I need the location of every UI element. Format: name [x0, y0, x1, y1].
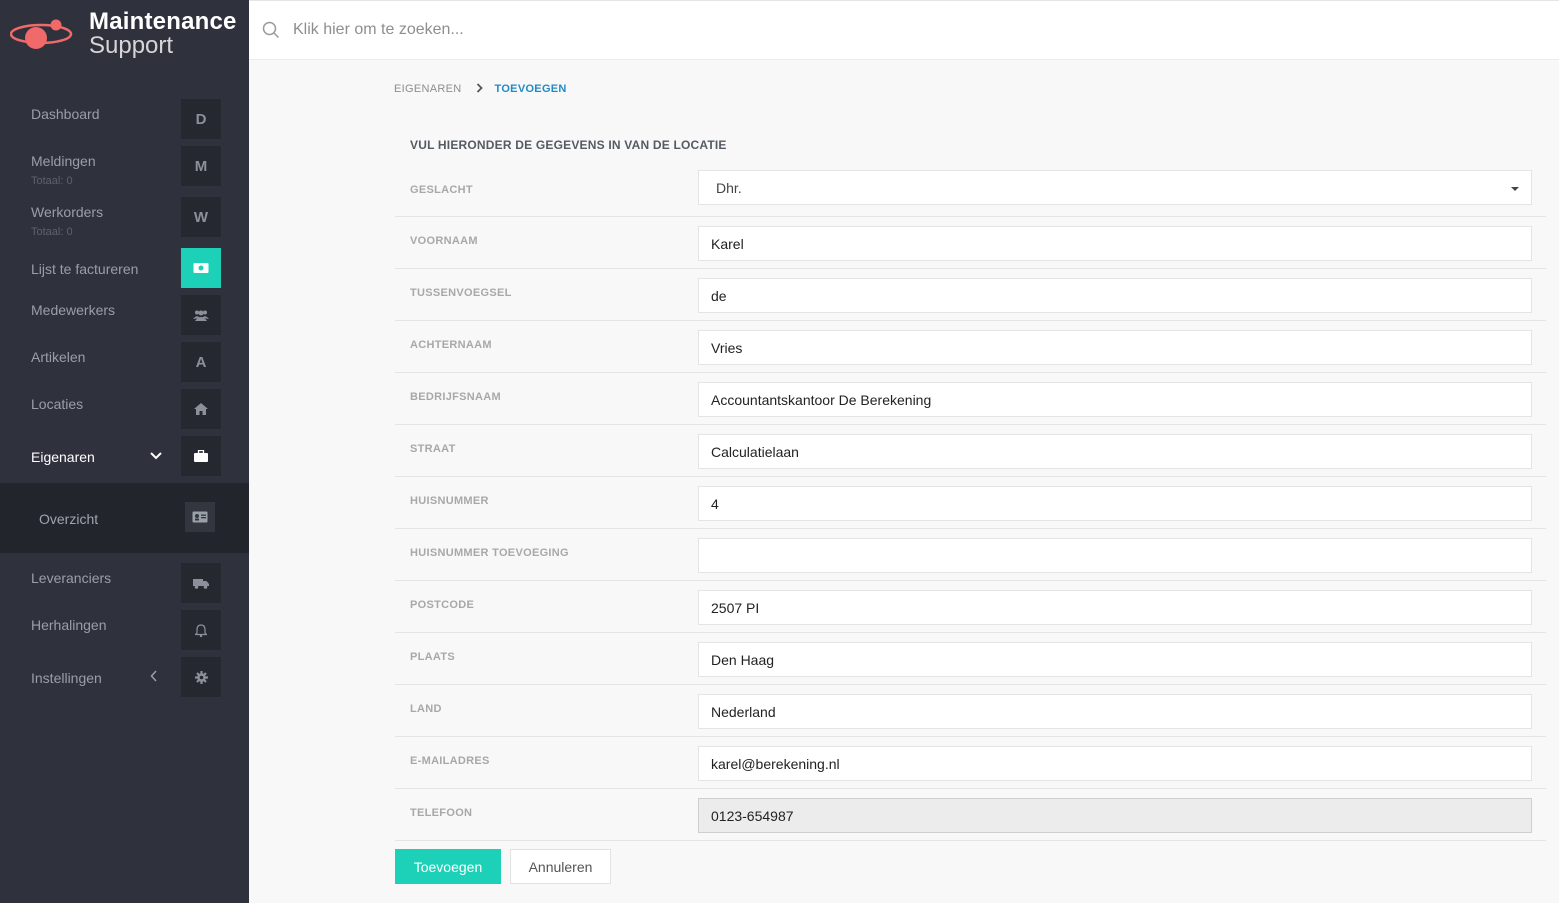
dashboard-badge: D	[181, 99, 221, 139]
voornaam-field[interactable]	[698, 226, 1532, 261]
sidebar-item-label: Instellingen	[31, 670, 102, 686]
sidebar-item-eigenaren[interactable]: Eigenaren	[0, 436, 249, 476]
field-label: VOORNAAM	[410, 235, 478, 247]
form-row-voornaam: VOORNAAM	[395, 217, 1546, 269]
sidebar-item-herhalingen[interactable]: Herhalingen	[0, 610, 249, 650]
sidebar-item-dashboard[interactable]: Dashboard D	[0, 99, 249, 139]
form-row-tussenvoegsel: TUSSENVOEGSEL	[395, 269, 1546, 321]
plaats-field[interactable]	[698, 642, 1532, 677]
telefoon-field[interactable]	[698, 798, 1532, 833]
bell-icon	[181, 610, 221, 650]
field-label: LAND	[410, 703, 442, 715]
form-row-geslacht: GESLACHT Dhr.	[395, 165, 1546, 217]
sidebar-item-label: Meldingen	[31, 153, 96, 169]
form-row-land: LAND	[395, 685, 1546, 737]
field-label: POSTCODE	[410, 599, 475, 611]
search-icon	[262, 21, 280, 39]
form-row-email: E-MAILADRES	[395, 737, 1546, 789]
field-label: BEDRIJFSNAAM	[410, 391, 501, 403]
form-row-achternaam: ACHTERNAAM	[395, 321, 1546, 373]
field-label: TUSSENVOEGSEL	[410, 287, 512, 299]
form-row-huisnummer: HUISNUMMER	[395, 477, 1546, 529]
sidebar-item-label: Werkorders	[31, 204, 104, 220]
email-field[interactable]	[698, 746, 1532, 781]
chevron-down-icon	[150, 449, 162, 463]
sidebar-item-instellingen[interactable]: Instellingen	[0, 657, 249, 697]
huisnummer-field[interactable]	[698, 486, 1532, 521]
field-label: TELEFOON	[410, 807, 473, 819]
sidebar-item-locaties[interactable]: Locaties	[0, 389, 249, 429]
achternaam-field[interactable]	[698, 330, 1532, 365]
breadcrumb: EIGENAREN TOEVOEGEN	[394, 82, 567, 96]
sidebar-item-leveranciers[interactable]: Leveranciers	[0, 563, 249, 603]
field-label: STRAAT	[410, 443, 456, 455]
werkorders-badge: W	[181, 197, 221, 237]
sidebar-item-label: Dashboard	[31, 106, 100, 122]
sidebar-item-label: Eigenaren	[31, 449, 95, 465]
sidebar-item-count: Totaal: 0	[31, 226, 73, 238]
brand-subtitle: Support	[89, 32, 174, 59]
field-label: HUISNUMMER TOEVOEGING	[410, 547, 569, 559]
sidebar-item-label: Leveranciers	[31, 570, 112, 586]
meldingen-badge: M	[181, 146, 221, 186]
field-label: PLAATS	[410, 651, 455, 663]
caret-down-icon	[1511, 187, 1519, 191]
sidebar-item-label: Lijst te factureren	[31, 261, 139, 277]
users-icon	[181, 295, 221, 335]
id-card-icon	[185, 502, 215, 532]
logo-icon	[10, 19, 73, 49]
submit-button[interactable]: Toevoegen	[395, 849, 501, 884]
truck-icon	[181, 563, 221, 603]
cancel-button[interactable]: Annuleren	[510, 849, 611, 884]
chevron-left-icon	[150, 670, 158, 685]
field-label: ACHTERNAAM	[410, 339, 492, 351]
search-input[interactable]	[293, 15, 1493, 45]
gear-icon	[181, 657, 221, 697]
huisnummer-toevoeging-field[interactable]	[698, 538, 1532, 573]
sidebar-item-werkorders[interactable]: Werkorders Totaal: 0 W	[0, 197, 249, 238]
select-value: Dhr.	[716, 179, 742, 196]
home-icon	[181, 389, 221, 429]
sidebar-item-label: Artikelen	[31, 349, 86, 365]
form-row-huisnummer-toevoeging: HUISNUMMER TOEVOEGING	[395, 529, 1546, 581]
geslacht-select[interactable]: Dhr.	[698, 170, 1532, 205]
postcode-field[interactable]	[698, 590, 1532, 625]
sidebar-item-count: Totaal: 0	[31, 175, 73, 187]
breadcrumb-eigenaren[interactable]: EIGENAREN	[394, 83, 462, 95]
form-row-telefoon: TELEFOON	[395, 789, 1546, 841]
artikelen-badge: A	[181, 342, 221, 382]
chevron-right-icon	[476, 82, 483, 96]
money-icon	[181, 248, 221, 288]
sidebar-item-medewerkers[interactable]: Medewerkers	[0, 295, 249, 335]
bedrijfsnaam-field[interactable]	[698, 382, 1532, 417]
form-row-bedrijfsnaam: BEDRIJFSNAAM	[395, 373, 1546, 425]
sidebar: Maintenance Support Dashboard D Meldinge…	[0, 0, 249, 903]
land-field[interactable]	[698, 694, 1532, 729]
breadcrumb-toevoegen: TOEVOEGEN	[494, 83, 567, 95]
straat-field[interactable]	[698, 434, 1532, 469]
sidebar-item-label: Medewerkers	[31, 302, 116, 318]
sidebar-item-label: Herhalingen	[31, 617, 107, 633]
logo[interactable]: Maintenance Support	[0, 0, 249, 70]
sidebar-item-lijst-te-factureren[interactable]: Lijst te factureren	[0, 248, 249, 288]
form-row-straat: STRAAT	[395, 425, 1546, 477]
form-row-plaats: PLAATS	[395, 633, 1546, 685]
form-title: VUL HIERONDER DE GEGEVENS IN VAN DE LOCA…	[410, 138, 727, 152]
briefcase-icon	[181, 436, 221, 476]
submenu-item-overzicht[interactable]: Overzicht	[39, 511, 98, 527]
sidebar-item-meldingen[interactable]: Meldingen Totaal: 0 M	[0, 146, 249, 187]
field-label: E-MAILADRES	[410, 755, 490, 767]
sidebar-item-label: Locaties	[31, 396, 84, 412]
field-label: HUISNUMMER	[410, 495, 489, 507]
sidebar-item-artikelen[interactable]: Artikelen A	[0, 342, 249, 382]
form-row-postcode: POSTCODE	[395, 581, 1546, 633]
field-label: GESLACHT	[410, 184, 473, 196]
tussenvoegsel-field[interactable]	[698, 278, 1532, 313]
topbar	[249, 0, 1559, 60]
